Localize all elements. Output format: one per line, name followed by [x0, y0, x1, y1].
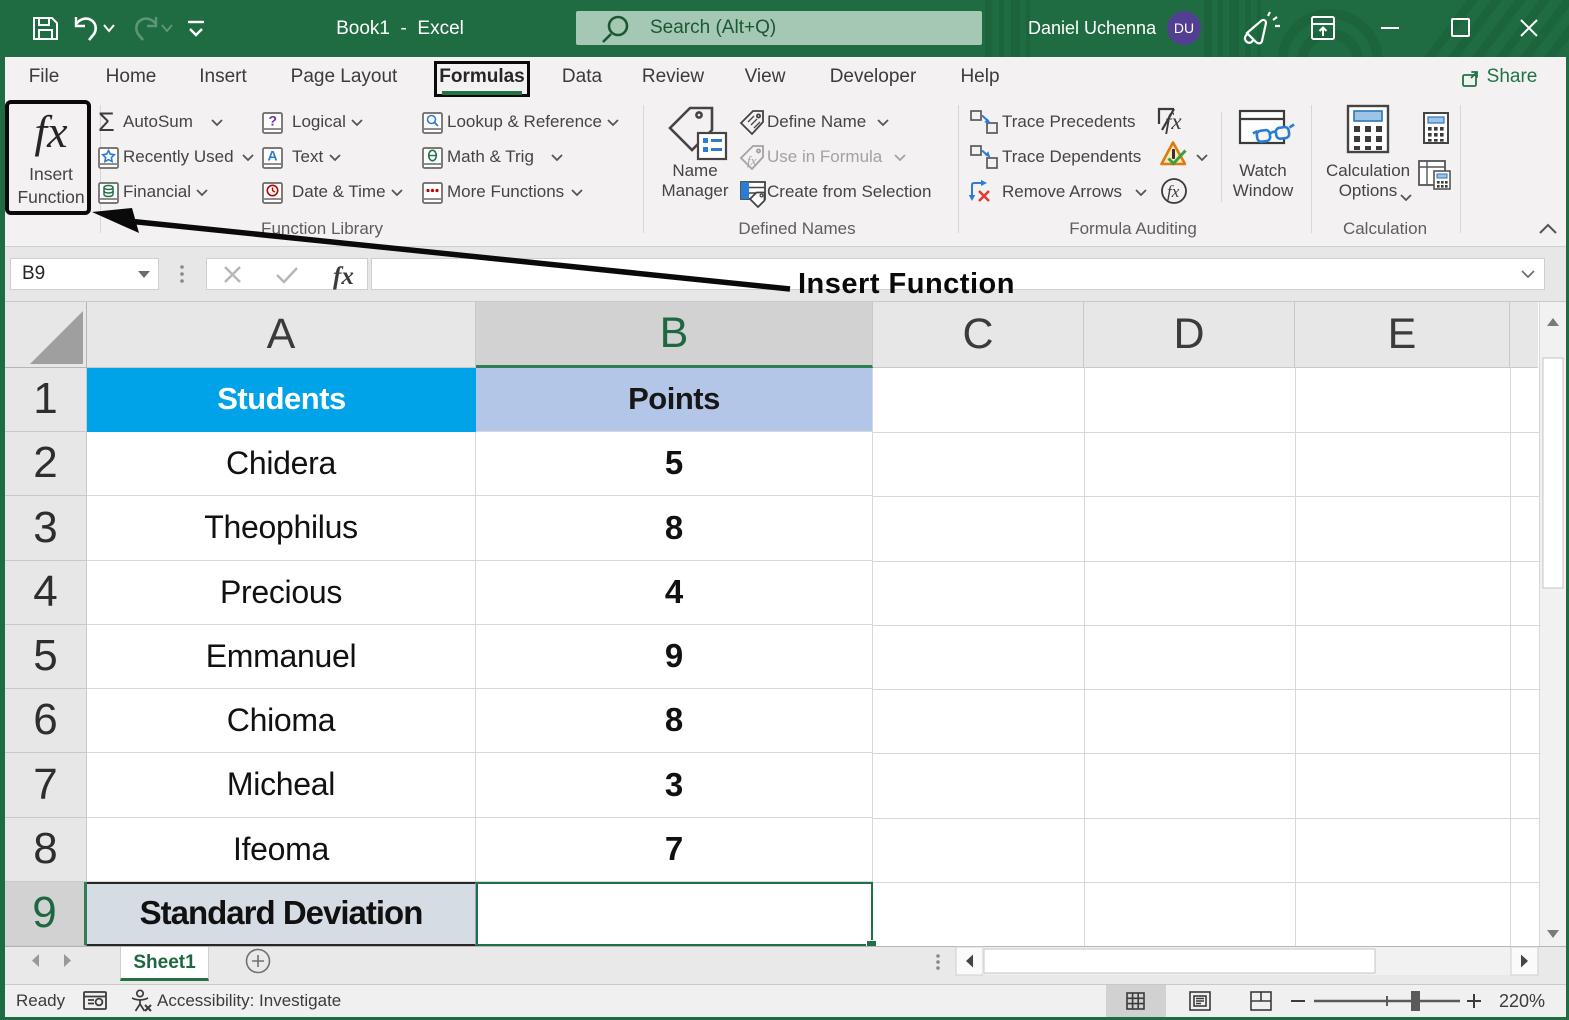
svg-text:fx: fx [747, 153, 757, 168]
svg-text:fx: fx [333, 263, 354, 290]
svg-text:?: ? [269, 113, 278, 129]
svg-text:A: A [268, 148, 278, 164]
svg-text:fx: fx [1167, 182, 1180, 201]
svg-text:Σ: Σ [98, 107, 115, 137]
svg-text:fx: fx [1165, 109, 1182, 134]
svg-text:220%: 220% [1499, 991, 1545, 1011]
